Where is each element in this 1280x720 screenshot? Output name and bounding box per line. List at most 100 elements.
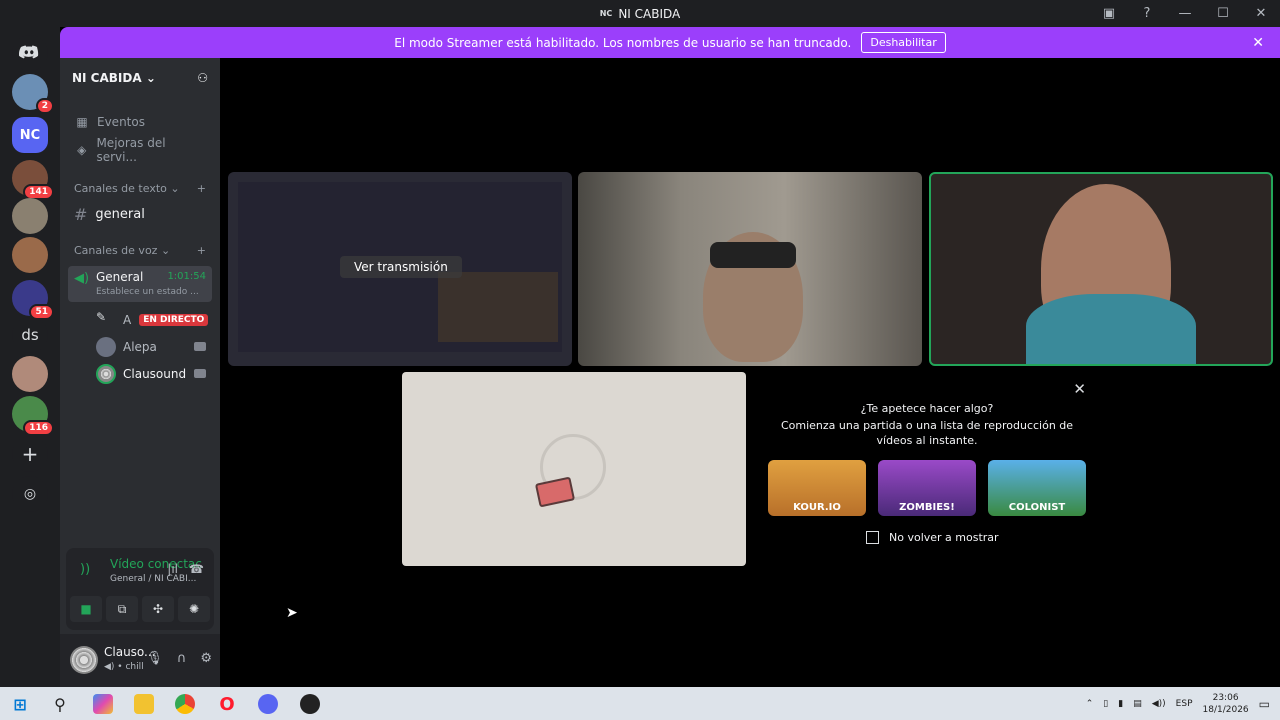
signal-icon[interactable]: )) <box>80 562 90 577</box>
events-item[interactable]: ▦ Eventos <box>60 108 220 136</box>
sunglasses <box>710 242 796 268</box>
disable-streamer-button[interactable]: Deshabilitar <box>861 32 946 53</box>
opera-icon[interactable]: O <box>217 694 237 715</box>
screen-share-button[interactable]: ⧉ <box>106 596 138 622</box>
language-indicator[interactable]: ESP <box>1176 699 1193 709</box>
server-icon-9[interactable]: 116 <box>12 396 54 436</box>
copilot-icon[interactable] <box>93 694 113 714</box>
watch-stream-label[interactable]: Ver transmisión <box>340 256 462 278</box>
discord-home-icon[interactable] <box>12 35 48 71</box>
game-kourio[interactable]: KOUR.IO <box>768 460 866 516</box>
voice-timer: 1:01:54 <box>167 271 206 282</box>
user-avatar[interactable] <box>70 646 98 674</box>
file-explorer-icon[interactable] <box>134 694 154 714</box>
add-channel-icon[interactable]: + <box>197 182 206 195</box>
clock-date: 18/1/2026 <box>1202 704 1249 715</box>
game-title: KOUR.IO <box>793 502 841 513</box>
close-icon[interactable]: ✕ <box>1252 35 1264 51</box>
checkbox-label: No volver a mostrar <box>889 531 999 544</box>
disconnect-icon[interactable]: ☎ <box>189 562 204 576</box>
server-icon-ds[interactable]: ds <box>12 317 48 353</box>
mic-tray-icon[interactable]: ▮ <box>1118 699 1123 709</box>
clock[interactable]: 23:06 18/1/2026 <box>1203 692 1249 716</box>
channel-general[interactable]: # general <box>68 200 212 228</box>
soundboard-button[interactable]: ✺ <box>178 596 210 622</box>
camera-icon <box>194 369 206 378</box>
server-header[interactable]: NI CABIDA ⌄ ⚇ <box>60 58 220 98</box>
activities-button[interactable]: ✣ <box>142 596 174 622</box>
voice-member[interactable]: Alepa <box>60 333 220 360</box>
avatar <box>96 363 116 384</box>
voice-category[interactable]: Canales de voz ⌄ + <box>60 238 220 262</box>
events-label: Eventos <box>97 115 145 129</box>
game-zombies[interactable]: ZOMBIES! <box>878 460 976 516</box>
chrome-icon[interactable] <box>175 694 195 714</box>
checkbox[interactable] <box>866 531 879 544</box>
voice-stage: Ver transmisión ✕ ¿Te apetece hacer algo… <box>220 58 1280 687</box>
close-window-button[interactable]: ✕ <box>1242 6 1280 21</box>
boosts-label: Mejoras del servi... <box>96 136 166 164</box>
game-title: COLONIST <box>1008 502 1066 513</box>
network-icon[interactable]: ▤ <box>1133 699 1142 709</box>
microphone-icon[interactable]: 🎙︎ <box>146 651 163 666</box>
server-icon-4[interactable] <box>12 198 48 234</box>
activity-suggestions: ✕ ¿Te apetece hacer algo? Comienza una p… <box>756 372 1098 566</box>
windows-start-icon[interactable]: ⊞ <box>10 694 30 714</box>
game-colonist[interactable]: COLONIST <box>988 460 1086 516</box>
activity-heading: ¿Te apetece hacer algo? <box>860 402 994 415</box>
server-icon-nc[interactable]: NC <box>12 117 48 153</box>
boosts-item[interactable]: ◈ Mejoras del servi... <box>60 136 220 164</box>
headphones-icon[interactable]: ∩ <box>177 651 187 666</box>
add-server-icon[interactable]: + <box>12 436 48 472</box>
game-title: ZOMBIES! <box>899 502 955 513</box>
camera-icon <box>194 342 206 351</box>
obs-icon[interactable] <box>300 694 320 714</box>
server-icon-6[interactable]: 51 <box>12 280 54 320</box>
voice-connection-panel: )) Vídeo conectac General / NI CABI... |… <box>66 548 214 630</box>
channel-name: general <box>95 206 145 222</box>
text-category[interactable]: Canales de texto ⌄ + <box>60 176 220 200</box>
maximize-button[interactable]: ☐ <box>1204 6 1242 21</box>
voice-channel-name: General <box>96 270 144 284</box>
notifications-icon[interactable]: ▭ <box>1259 697 1270 711</box>
add-channel-icon[interactable]: + <box>197 244 206 257</box>
window-title: NI CABIDA <box>618 6 681 21</box>
settings-gear-icon[interactable]: ⚙ <box>200 651 212 666</box>
activity-preview <box>402 372 746 566</box>
video-tile-alepa[interactable] <box>578 172 922 366</box>
explore-icon[interactable]: ◎ <box>12 476 48 512</box>
voice-member[interactable]: Clausound <box>60 360 220 387</box>
server-initials: NC <box>19 127 41 143</box>
chevron-down-icon: ⌄ <box>145 71 156 85</box>
server-list: 2 NC 141 51 ds 116 + ◎ <box>0 27 60 687</box>
noise-suppression-icon[interactable]: |ıl <box>167 562 178 576</box>
banner-text: El modo Streamer está habilitado. Los no… <box>394 35 852 50</box>
voice-channel-general[interactable]: ◀) General 1:01:54 Establece un estado .… <box>68 266 212 302</box>
search-icon[interactable]: ⚲ <box>50 694 70 714</box>
user-status: ◀) • chill <box>104 662 144 672</box>
chevron-up-icon[interactable]: ⌃ <box>1086 699 1094 709</box>
speaker-icon: ◀) <box>74 271 90 286</box>
camera-button[interactable]: ■ <box>70 596 102 622</box>
voice-location: General / NI CABI... <box>110 574 197 584</box>
server-icon-8[interactable] <box>12 356 48 392</box>
invite-icon[interactable]: ⚇ <box>197 71 208 85</box>
member-name: Clausound <box>123 366 187 381</box>
server-icon-5[interactable] <box>12 237 48 273</box>
server-icon-1[interactable]: 2 <box>12 74 54 114</box>
video-tile-clausound[interactable] <box>929 172 1273 366</box>
minimize-button[interactable]: — <box>1166 6 1204 21</box>
server-icon-3[interactable]: 141 <box>12 160 54 200</box>
live-badge: EN DIRECTO <box>139 313 209 326</box>
stream-tile[interactable]: Ver transmisión <box>228 172 572 366</box>
window-controls: ▣ ? — ☐ ✕ <box>1090 0 1280 27</box>
voice-member[interactable]: ✎ A EN DIRECTO <box>60 306 220 333</box>
dont-show-again[interactable]: No volver a mostrar <box>866 531 999 544</box>
discord-taskbar-icon[interactable] <box>258 694 278 714</box>
help-icon[interactable]: ? <box>1128 6 1166 21</box>
volume-icon[interactable]: ◀)) <box>1152 699 1166 709</box>
inbox-icon[interactable]: ▣ <box>1090 6 1128 21</box>
battery-icon[interactable]: ▯ <box>1103 699 1108 709</box>
close-icon[interactable]: ✕ <box>1073 380 1086 398</box>
server-name: NI CABIDA <box>72 71 142 85</box>
